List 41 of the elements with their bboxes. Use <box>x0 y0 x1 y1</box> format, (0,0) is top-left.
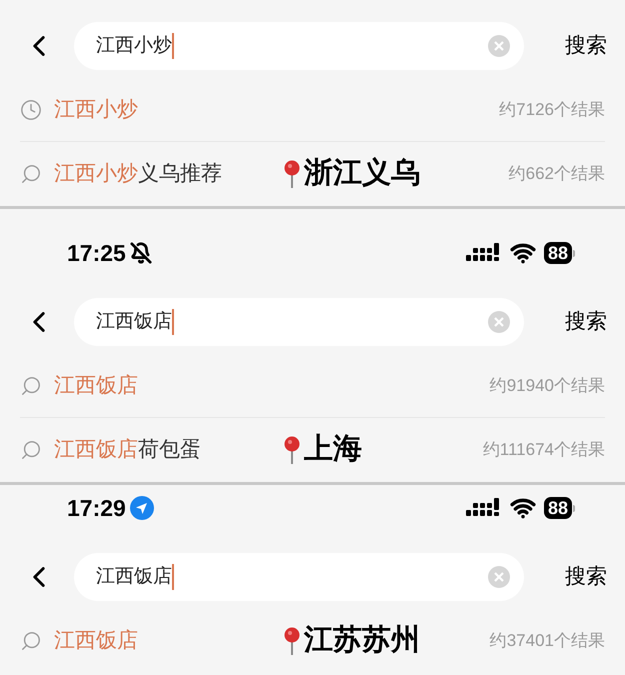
suggestion-item[interactable]: 江西小炒义乌推荐 浙江义乌 约662个结果 <box>20 142 605 206</box>
history-icon <box>20 98 42 120</box>
result-count: 约37401个结果 <box>490 630 605 652</box>
search-text: 江西小炒 <box>96 34 172 58</box>
search-field[interactable]: 江西饭店 <box>74 298 524 346</box>
location-label: 浙江义乌 <box>304 156 420 192</box>
status-time: 17:29 <box>67 494 126 523</box>
battery-icon: 88 <box>544 242 575 264</box>
location-label: 江苏苏州 <box>304 623 420 658</box>
search-field[interactable]: 江西饭店 <box>74 553 524 601</box>
result-count: 约7126个结果 <box>499 98 605 121</box>
search-text: 江西饭店 <box>96 310 172 334</box>
search-text: 江西饭店 <box>96 564 172 589</box>
suggestion-text: 江西饭店荷包蛋 <box>54 437 201 464</box>
suggestion-text: 江西小炒义乌推荐 <box>54 161 222 188</box>
suggestion-text: 江西饭店 <box>54 628 138 654</box>
suggestion-text: 江西饭店 <box>54 372 138 399</box>
pin-icon <box>284 436 300 464</box>
location-label: 上海 <box>304 432 362 468</box>
search-icon <box>20 163 42 185</box>
location-icon <box>130 496 154 520</box>
pin-icon <box>284 627 300 655</box>
search-button[interactable]: 搜索 <box>565 306 607 338</box>
battery-icon: 88 <box>544 497 575 519</box>
search-button[interactable]: 搜索 <box>565 561 607 593</box>
search-icon <box>20 630 42 652</box>
suggestion-item[interactable]: 江西饭店荷包蛋 上海 约111674个结果 <box>20 418 605 482</box>
signal-icon <box>466 242 500 264</box>
bell-off-icon <box>130 242 152 264</box>
search-button[interactable]: 搜索 <box>565 30 607 62</box>
suggestion-text: 江西小炒 <box>54 96 138 123</box>
search-icon <box>20 374 42 396</box>
search-icon <box>20 439 42 461</box>
search-field[interactable]: 江西小炒 <box>74 22 524 70</box>
signal-icon <box>466 497 500 519</box>
status-time: 17:25 <box>67 238 126 268</box>
result-count: 约662个结果 <box>508 163 605 186</box>
suggestion-item[interactable]: 江西饭店 江苏苏州 约37401个结果 <box>20 609 605 673</box>
result-count: 约111674个结果 <box>482 439 605 462</box>
result-count: 约91940个结果 <box>490 374 605 397</box>
pin-icon <box>284 160 300 188</box>
